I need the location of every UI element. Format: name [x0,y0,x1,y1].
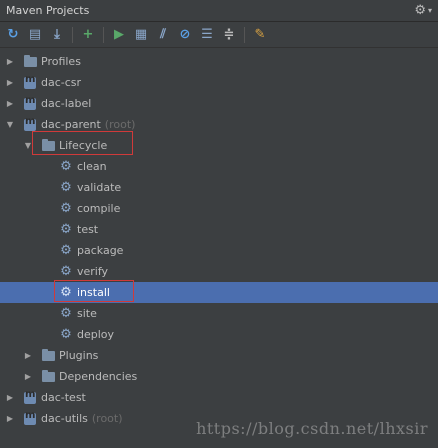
skip-tests-icon[interactable]: ⊘ [176,26,194,44]
module-label: dac-csr [41,76,82,89]
toolbar-separator [103,26,104,43]
goal-gear-icon: ⚙ [60,200,72,216]
reimport-icon[interactable]: ▤ [26,26,44,44]
root-marker: (root) [104,118,136,131]
tree-row-dac-label[interactable]: ▶ dac-label [0,93,438,114]
expand-arrow-icon[interactable]: ▶ [4,414,16,423]
expand-arrow-icon[interactable]: ▶ [4,393,16,402]
maven-module-icon [22,95,38,111]
profiles-label: Profiles [41,55,81,68]
plugins-label: Plugins [59,349,99,362]
maven-projects-tree: ▶ Profiles ▶ dac-csr ▶ dac-label ▼ dac-p… [0,48,438,429]
tree-row-goal-package[interactable]: ⚙ package [0,240,438,261]
tree-row-goal-site[interactable]: ⚙ site [0,303,438,324]
maven-module-icon [22,389,38,405]
module-label: dac-label [41,97,92,110]
expand-arrow-icon[interactable]: ▶ [4,78,16,87]
module-label: dac-utils [41,412,88,425]
tool-window-header: Maven Projects ⚙ ▾ [0,0,438,22]
lifecycle-label: Lifecycle [59,139,108,152]
goal-gear-icon: ⚙ [60,326,72,342]
expand-arrow-icon[interactable]: ▶ [4,57,16,66]
collapse-all-icon[interactable]: ≑ [220,26,238,44]
tree-row-plugins[interactable]: ▶ Plugins [0,345,438,366]
refresh-icon[interactable]: ↻ [4,26,22,44]
tree-row-goal-verify[interactable]: ⚙ verify [0,261,438,282]
maven-module-icon [22,116,38,132]
maven-module-icon [22,410,38,426]
tree-row-goal-install[interactable]: ⚙ install [0,280,438,303]
root-marker: (root) [91,412,123,425]
toolbar-separator [244,26,245,43]
lifecycle-folder-icon [40,138,56,153]
watermark-text: https://blog.csdn.net/lhxsir [196,419,428,438]
goal-gear-icon: ⚙ [60,179,72,195]
goal-gear-icon: ⚙ [60,221,72,237]
goal-gear-icon: ⚙ [60,263,72,279]
goal-label: validate [77,181,122,194]
goal-gear-icon: ⚙ [60,284,72,300]
toggle-offline-icon[interactable]: ⫽ [154,26,172,44]
expand-arrow-icon[interactable]: ▶ [22,351,34,360]
maven-toolbar: ↻ ▤ ⤓ + ▶ ▦ ⫽ ⊘ ☰ ≑ ✎ [0,22,438,48]
expand-arrow-icon[interactable]: ▶ [22,372,34,381]
module-label: dac-test [41,391,86,404]
goal-label: verify [77,265,109,278]
tree-row-dac-csr[interactable]: ▶ dac-csr [0,72,438,93]
tree-row-goal-test[interactable]: ⚙ test [0,219,438,240]
execute-goal-icon[interactable]: ▦ [132,26,150,44]
add-icon[interactable]: + [79,26,97,44]
folder-icon [22,54,38,69]
goal-gear-icon: ⚙ [60,242,72,258]
tool-window-title: Maven Projects [6,4,90,17]
goal-gear-icon: ⚙ [60,305,72,321]
tree-row-goal-clean[interactable]: ⚙ clean [0,156,438,177]
goal-label: clean [77,160,107,173]
collapse-arrow-icon[interactable]: ▼ [22,141,34,150]
tree-row-dependencies[interactable]: ▶ Dependencies [0,366,438,387]
settings-wrench-icon[interactable]: ✎ [251,26,269,44]
settings-gear-icon[interactable]: ⚙ ▾ [414,3,432,18]
expand-arrow-icon[interactable]: ▶ [4,99,16,108]
plugins-folder-icon [40,348,56,363]
goal-label: deploy [77,328,115,341]
module-label: dac-parent [41,118,101,131]
tree-row-goal-deploy[interactable]: ⚙ deploy [0,324,438,345]
dependencies-folder-icon [40,369,56,384]
dependencies-label: Dependencies [59,370,138,383]
collapse-arrow-icon[interactable]: ▼ [4,120,16,129]
show-dependencies-icon[interactable]: ☰ [198,26,216,44]
toolbar-separator [72,26,73,43]
tree-row-goal-validate[interactable]: ⚙ validate [0,177,438,198]
tree-row-dac-parent[interactable]: ▼ dac-parent (root) [0,114,438,135]
tree-row-goal-compile[interactable]: ⚙ compile [0,198,438,219]
goal-label: package [77,244,124,257]
goal-label: install [77,286,110,299]
goal-label: site [77,307,97,320]
download-icon[interactable]: ⤓ [48,26,66,44]
tree-row-profiles[interactable]: ▶ Profiles [0,51,438,72]
goal-label: test [77,223,99,236]
tree-row-dac-test[interactable]: ▶ dac-test [0,387,438,408]
goal-label: compile [77,202,121,215]
goal-gear-icon: ⚙ [60,158,72,174]
maven-module-icon [22,74,38,90]
run-icon[interactable]: ▶ [110,26,128,44]
tree-row-lifecycle[interactable]: ▼ Lifecycle [0,131,438,156]
